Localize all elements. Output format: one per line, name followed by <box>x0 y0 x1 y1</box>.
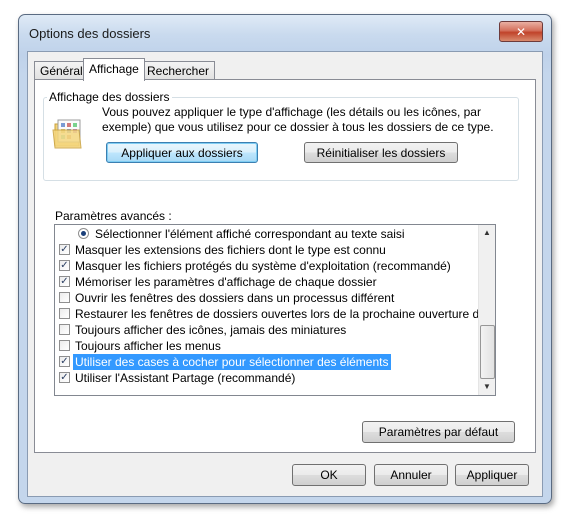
list-item-label: Sélectionner l'élément affiché correspon… <box>95 227 405 241</box>
checkbox[interactable]: ✓ <box>59 356 70 367</box>
reset-folders-button[interactable]: Réinitialiser les dossiers <box>304 142 458 163</box>
list-item-label: Toujours afficher des icônes, jamais des… <box>75 323 347 337</box>
window-title: Options des dossiers <box>29 26 151 41</box>
checkbox[interactable] <box>59 308 70 319</box>
scroll-thumb[interactable] <box>480 325 495 379</box>
dialog-client: Général Affichage Rechercher Affichage d… <box>27 51 543 497</box>
list-item-label: Utiliser des cases à cocher pour sélecti… <box>73 354 391 370</box>
folder-views-description: Vous pouvez appliquer le type d'affichag… <box>102 105 494 134</box>
advanced-settings-items: Sélectionner l'élément affiché correspon… <box>55 225 479 395</box>
checkbox[interactable]: ✓ <box>59 244 70 255</box>
folder-views-icon <box>52 119 82 149</box>
radio-button[interactable] <box>78 228 89 239</box>
scroll-up-icon[interactable]: ▲ <box>479 225 495 241</box>
advanced-settings-list[interactable]: Sélectionner l'élément affiché correspon… <box>54 224 496 396</box>
restore-defaults-button[interactable]: Paramètres par défaut <box>362 421 515 443</box>
list-item-label: Mémoriser les paramètres d'affichage de … <box>75 275 377 289</box>
list-item-label: Restaurer les fenêtres de dossiers ouver… <box>75 307 479 321</box>
apply-to-folders-button[interactable]: Appliquer aux dossiers <box>106 142 258 163</box>
tab-general[interactable]: Général <box>34 61 89 80</box>
apply-button[interactable]: Appliquer <box>455 464 529 486</box>
list-item-label: Masquer les fichiers protégés du système… <box>75 259 451 273</box>
checkbox[interactable] <box>59 324 70 335</box>
folder-views-title: Affichage des dossiers <box>47 90 172 104</box>
cancel-button[interactable]: Annuler <box>374 464 448 486</box>
checkbox[interactable]: ✓ <box>59 260 70 271</box>
close-icon: ✕ <box>515 24 527 39</box>
close-button[interactable]: ✕ <box>499 21 543 42</box>
tab-panel-affichage: Affichage des dossiers Vous pouvez appli… <box>34 79 536 453</box>
tab-rechercher[interactable]: Rechercher <box>141 61 216 80</box>
list-item-label: Toujours afficher les menus <box>75 339 221 353</box>
checkbox[interactable] <box>59 292 70 303</box>
list-item-label: Ouvrir les fenêtres des dossiers dans un… <box>75 291 395 305</box>
scroll-down-icon[interactable]: ▼ <box>479 379 495 395</box>
folder-views-group: Affichage des dossiers Vous pouvez appli… <box>43 90 519 181</box>
list-item-label: Utiliser l'Assistant Partage (recommandé… <box>75 371 296 385</box>
checkbox[interactable]: ✓ <box>59 372 70 383</box>
folder-options-window: Options des dossiers ✕ Général Affichage… <box>18 14 552 504</box>
advanced-settings-label: Paramètres avancés : <box>55 209 172 223</box>
checkbox[interactable] <box>59 340 70 351</box>
ok-button[interactable]: OK <box>292 464 366 486</box>
vertical-scrollbar[interactable]: ▲ ▼ <box>478 225 495 395</box>
tab-affichage[interactable]: Affichage <box>83 58 145 81</box>
list-item-label: Masquer les extensions des fichiers dont… <box>75 243 386 257</box>
checkbox[interactable]: ✓ <box>59 276 70 287</box>
